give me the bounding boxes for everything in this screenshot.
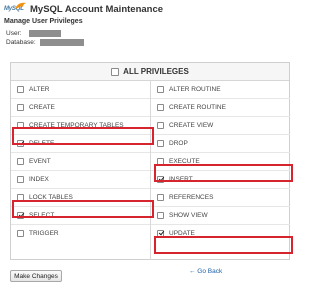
privilege-row-delete[interactable]: DELETE <box>11 134 150 153</box>
checkbox-create-routine[interactable] <box>157 103 164 111</box>
privilege-row-execute[interactable]: EXECUTE <box>151 152 290 171</box>
checkbox-create-temporary-tables[interactable] <box>17 121 24 129</box>
database-info: Database: <box>6 39 84 46</box>
checkbox-event[interactable] <box>17 157 24 165</box>
checkbox-select[interactable] <box>17 211 24 219</box>
user-info: User: <box>6 30 61 37</box>
checkbox-create-view[interactable] <box>157 121 164 129</box>
privilege-label: EVENT <box>29 157 51 165</box>
privilege-label: CREATE VIEW <box>169 121 214 129</box>
privilege-label: TRIGGER <box>29 229 59 237</box>
privilege-label: LOCK TABLES <box>29 193 73 201</box>
checkbox-update[interactable] <box>157 229 164 237</box>
checkbox-execute[interactable] <box>157 157 164 165</box>
privilege-row-create-routine[interactable]: CREATE ROUTINE <box>151 98 290 117</box>
all-privileges-label: ALL PRIVILEGES <box>123 67 189 76</box>
checkbox-alter-routine[interactable] <box>157 85 164 93</box>
all-privileges-row[interactable]: ALL PRIVILEGES <box>11 63 289 81</box>
privilege-row-select[interactable]: SELECT <box>11 206 150 225</box>
privilege-row-alter-routine[interactable]: ALTER ROUTINE <box>151 80 290 99</box>
checkbox-insert[interactable] <box>157 175 164 183</box>
privilege-label: DELETE <box>29 139 55 147</box>
go-back-link[interactable]: ← Go Back <box>189 268 222 275</box>
privilege-row-references[interactable]: REFERENCES <box>151 188 290 207</box>
privilege-row-create-temporary-tables[interactable]: CREATE TEMPORARY TABLES <box>11 116 150 135</box>
privilege-label: INDEX <box>29 175 49 183</box>
make-changes-button[interactable]: Make Changes <box>10 270 62 282</box>
checkbox-delete[interactable] <box>17 139 24 147</box>
checkbox-alter[interactable] <box>17 85 24 93</box>
privilege-row-index[interactable]: INDEX <box>11 170 150 189</box>
redacted-user <box>28 30 61 37</box>
privilege-row-event[interactable]: EVENT <box>11 152 150 171</box>
privilege-label: INSERT <box>169 175 193 183</box>
checkbox-index[interactable] <box>17 175 24 183</box>
checkbox-trigger[interactable] <box>17 229 24 237</box>
privilege-row-lock-tables[interactable]: LOCK TABLES <box>11 188 150 207</box>
privilege-label: CREATE <box>29 103 55 111</box>
privilege-row-trigger[interactable]: TRIGGER <box>11 224 150 242</box>
privilege-label: UPDATE <box>169 229 195 237</box>
privilege-label: ALTER <box>29 85 50 93</box>
privilege-row-drop[interactable]: DROP <box>151 134 290 153</box>
all-privileges-checkbox[interactable] <box>111 67 120 76</box>
dolphin-icon <box>15 2 26 9</box>
checkbox-references[interactable] <box>157 193 164 201</box>
user-label: User: <box>6 30 22 37</box>
privilege-label: EXECUTE <box>169 157 200 165</box>
privilege-row-insert[interactable]: INSERT <box>151 170 290 189</box>
privileges-table: ALL PRIVILEGES ALTER CREATE CREATE TEMPORA… <box>10 62 290 260</box>
privilege-label: CREATE TEMPORARY TABLES <box>29 121 124 129</box>
redacted-database <box>39 39 84 46</box>
privilege-label: CREATE ROUTINE <box>169 103 226 111</box>
app-header: MySQL MySQL Account Maintenance <box>4 2 163 16</box>
checkbox-show-view[interactable] <box>157 211 164 219</box>
privilege-label: REFERENCES <box>169 193 214 201</box>
privilege-label: SELECT <box>29 211 55 219</box>
checkbox-create[interactable] <box>17 103 24 111</box>
privilege-label: SHOW VIEW <box>169 211 208 219</box>
page-title: MySQL Account Maintenance <box>30 3 164 15</box>
section-title: Manage User Privileges <box>4 18 83 25</box>
privilege-row-create[interactable]: CREATE <box>11 98 150 117</box>
privilege-row-update[interactable]: UPDATE <box>151 224 290 242</box>
database-label: Database: <box>6 39 36 46</box>
mysql-logo: MySQL <box>4 2 28 15</box>
checkbox-drop[interactable] <box>157 139 164 147</box>
privilege-row-alter[interactable]: ALTER <box>11 80 150 99</box>
privilege-label: ALTER ROUTINE <box>169 85 221 93</box>
privilege-row-show-view[interactable]: SHOW VIEW <box>151 206 290 225</box>
privilege-row-create-view[interactable]: CREATE VIEW <box>151 116 290 135</box>
privilege-label: DROP <box>169 139 188 147</box>
checkbox-lock-tables[interactable] <box>17 193 24 201</box>
